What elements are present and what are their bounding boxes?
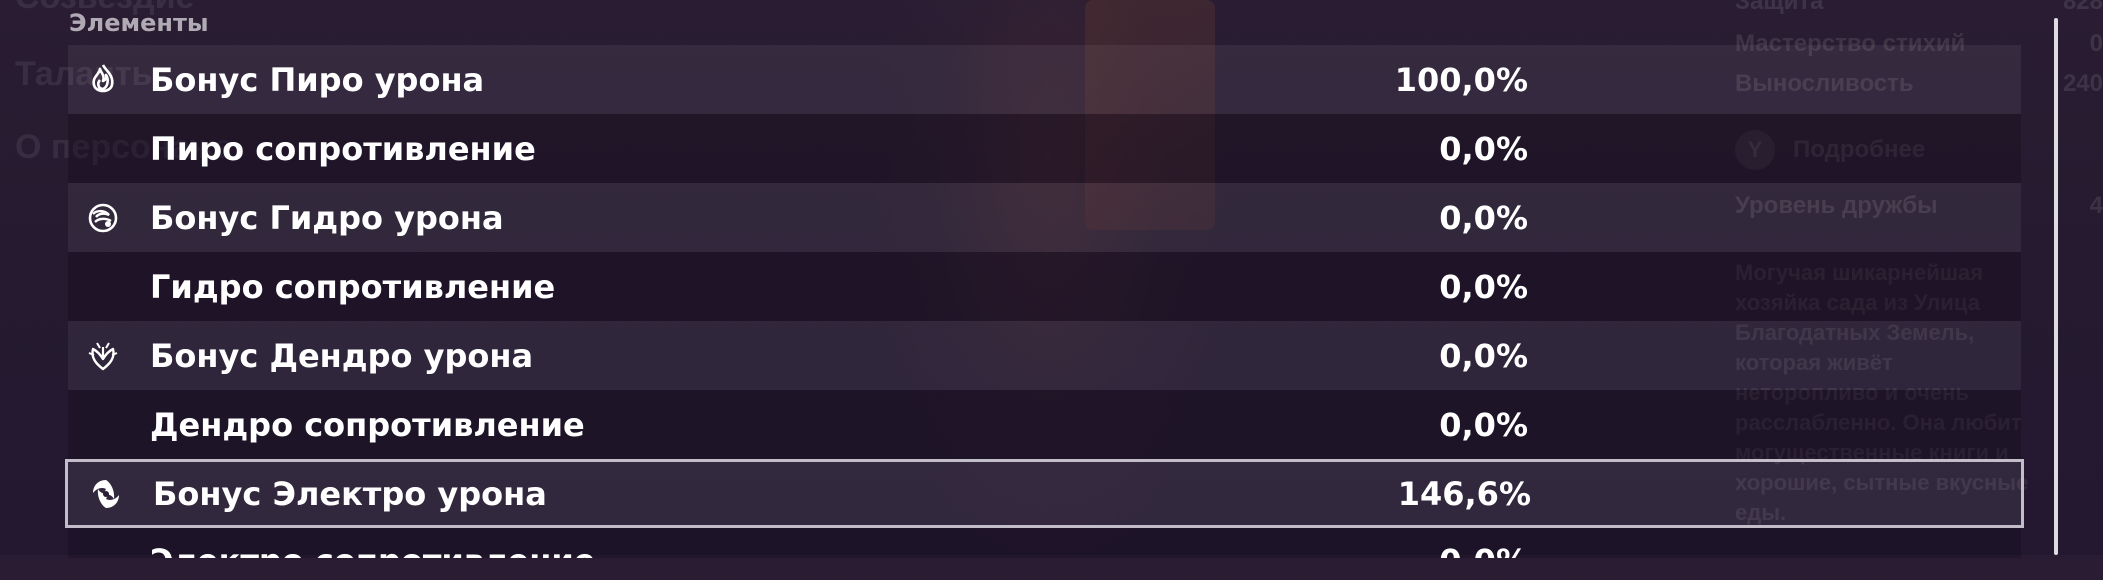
stat-row-hydro-res[interactable]: Гидро сопротивление 0,0% [68, 252, 2021, 321]
stat-label: Гидро сопротивление [150, 267, 556, 306]
stat-value: 0,0% [1268, 542, 1528, 558]
bg-stat-value: 0 [2089, 30, 2103, 57]
section-title-elements: Элементы [69, 9, 209, 37]
stat-value: 0,0% [1439, 198, 1528, 237]
bg-stat-label: Защита [1735, 0, 1824, 15]
dendro-icon [86, 339, 120, 373]
stat-label: Бонус Пиро урона [150, 60, 485, 99]
stat-row-pyro-bonus[interactable]: Бонус Пиро урона 100,0% [68, 45, 2021, 114]
stat-label: Бонус Электро урона [153, 474, 547, 513]
stat-value: 146,6% [1397, 474, 1531, 513]
stat-row-electro-bonus[interactable]: Бонус Электро урона 146,6% [65, 459, 2024, 528]
stat-value: 0,0% [1439, 129, 1528, 168]
stat-row-pyro-res[interactable]: Пиро сопротивление 0,0% [68, 114, 2021, 183]
electro-icon [89, 477, 123, 511]
stat-label: Электро сопротивление [150, 542, 595, 558]
element-stats-list: Бонус Пиро урона 100,0% Пиро сопротивлен… [65, 45, 2024, 558]
stat-value: 100,0% [1394, 60, 1528, 99]
stat-row-dendro-bonus[interactable]: Бонус Дендро урона 0,0% [68, 321, 2021, 390]
stat-label: Пиро сопротивление [150, 129, 536, 168]
stat-row-electro-res[interactable]: Электро сопротивление 0,0% [68, 528, 2021, 558]
stat-value: 0,0% [1439, 405, 1528, 444]
pyro-icon [86, 63, 120, 97]
bg-friendship-value: 4 [2089, 192, 2103, 219]
hydro-icon [86, 201, 120, 235]
stat-row-hydro-bonus[interactable]: Бонус Гидро урона 0,0% [68, 183, 2021, 252]
stat-row-dendro-res[interactable]: Дендро сопротивление 0,0% [68, 390, 2021, 459]
bg-stat-def: Защита [1735, 0, 1824, 16]
bg-stat-value: 240 [2062, 70, 2103, 97]
stat-label: Бонус Дендро урона [150, 336, 534, 375]
stat-label: Дендро сопротивление [150, 405, 585, 444]
stat-label: Бонус Гидро урона [150, 198, 504, 237]
stat-value: 0,0% [1439, 267, 1528, 306]
stat-value: 0,0% [1439, 336, 1528, 375]
scrollbar[interactable] [2054, 18, 2058, 555]
bg-stat-value: 828 [2062, 0, 2103, 15]
